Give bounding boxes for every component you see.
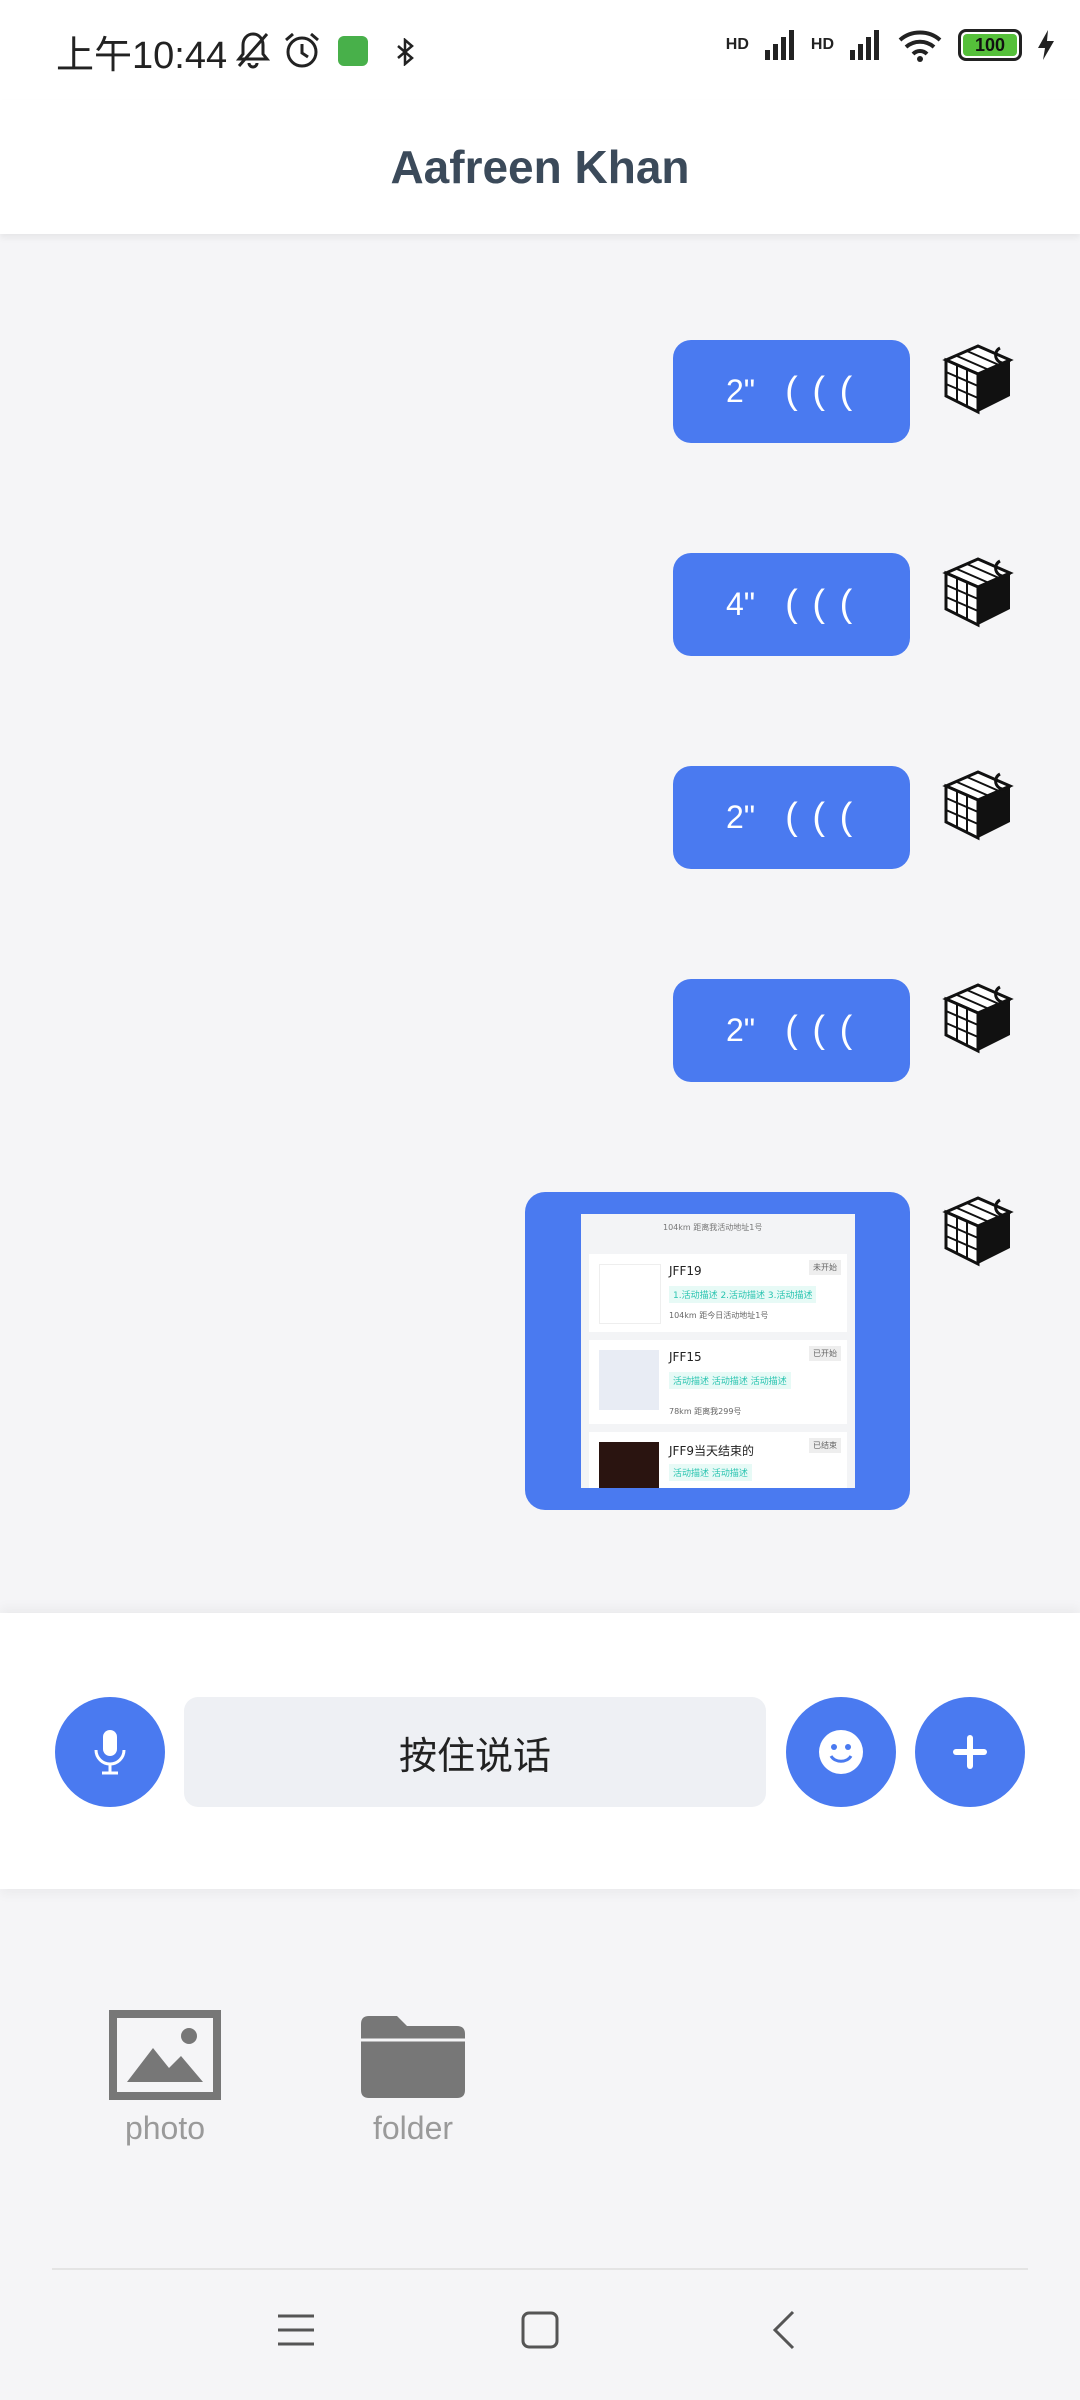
preview-card-note: 104km 距今日活动地址1号 xyxy=(669,1311,769,1320)
preview-top-note: 104km 距离我活动地址1号 xyxy=(663,1223,763,1232)
image-preview[interactable]: 104km 距离我活动地址1号 JFF19 1.活动描述 2.活动描述 3.活动… xyxy=(581,1214,855,1488)
charging-icon xyxy=(1038,30,1054,60)
more-button[interactable] xyxy=(915,1697,1025,1807)
preview-card-title: JFF19 xyxy=(669,1264,702,1278)
voice-duration: 4" xyxy=(726,586,756,622)
voice-duration: 2" xyxy=(726,1012,756,1048)
preview-card: JFF9当天结束的 活动描述 活动描述 已结束 xyxy=(589,1432,847,1488)
nav-menu-button[interactable] xyxy=(266,2300,326,2360)
voice-message[interactable]: 2" ( ( ( xyxy=(673,766,910,869)
voice-duration: 2" xyxy=(726,799,756,835)
thumbnail xyxy=(599,1442,659,1488)
network-label-2: HD xyxy=(810,36,834,53)
avatar[interactable] xyxy=(940,766,1022,848)
preview-card-title: JFF15 xyxy=(669,1350,702,1364)
photo-icon xyxy=(109,2010,221,2100)
attach-photo[interactable]: photo xyxy=(105,2010,225,2147)
preview-card-badge: 未开始 xyxy=(809,1260,841,1275)
preview-card-badge: 已开始 xyxy=(809,1346,841,1361)
wifi-icon xyxy=(898,30,942,62)
preview-card-title: JFF9当天结束的 xyxy=(669,1444,754,1458)
image-message[interactable]: 104km 距离我活动地址1号 JFF19 1.活动描述 2.活动描述 3.活动… xyxy=(525,1192,910,1510)
nav-back-button[interactable] xyxy=(754,2300,814,2360)
bluetooth-icon xyxy=(397,38,414,66)
voice-message[interactable]: 2" ( ( ( xyxy=(673,340,910,443)
app-badge-icon xyxy=(338,36,368,66)
avatar[interactable] xyxy=(940,1192,1022,1274)
preview-card-tags: 活动描述 活动描述 xyxy=(669,1464,752,1481)
folder-icon xyxy=(361,2016,465,2098)
attach-folder[interactable]: folder xyxy=(353,2010,473,2147)
plus-icon xyxy=(953,1735,987,1769)
voice-wave-icon: ( ( ( xyxy=(785,1009,855,1051)
nav-home-button[interactable] xyxy=(510,2300,570,2360)
input-bar: 按住说话 xyxy=(0,1613,1080,1889)
signal-icon xyxy=(850,30,879,60)
avatar[interactable] xyxy=(940,553,1022,635)
microphone-icon xyxy=(94,1730,126,1775)
broken-image-icon xyxy=(599,1264,661,1324)
battery-icon: 100 xyxy=(958,29,1022,61)
preview-card: JFF19 1.活动描述 2.活动描述 3.活动描述 104km 距今日活动地址… xyxy=(589,1254,847,1332)
preview-card-note: 78km 距离我299号 xyxy=(669,1407,742,1416)
bell-off-icon xyxy=(236,32,270,69)
battery-level: 100 xyxy=(974,34,1006,55)
voice-mode-button[interactable] xyxy=(55,1697,165,1807)
preview-card-badge: 已结束 xyxy=(809,1438,841,1453)
attach-photo-label: photo xyxy=(124,2110,206,2146)
status-time: 上午10:44 xyxy=(56,35,228,77)
voice-wave-icon: ( ( ( xyxy=(785,370,855,412)
alarm-icon xyxy=(285,32,319,68)
hold-to-talk-button[interactable]: 按住说话 xyxy=(184,1697,766,1807)
voice-duration: 2" xyxy=(726,373,756,409)
chat-header: Aafreen Khan xyxy=(0,100,1080,234)
status-bar: 上午10:44 HD HD 100 xyxy=(0,0,1080,100)
voice-message[interactable]: 2" ( ( ( xyxy=(673,979,910,1082)
preview-card: JFF15 活动描述 活动描述 活动描述 78km 距离我299号 已开始 xyxy=(589,1340,847,1424)
voice-wave-icon: ( ( ( xyxy=(785,583,855,625)
avatar[interactable] xyxy=(940,979,1022,1061)
attach-folder-label: folder xyxy=(372,2110,454,2146)
emoji-icon xyxy=(819,1730,863,1774)
avatar[interactable] xyxy=(940,340,1022,422)
back-chevron-icon xyxy=(772,2310,795,2350)
status-right: HD HD 100 xyxy=(726,28,1056,62)
network-label-1: HD xyxy=(725,36,749,53)
voice-wave-icon: ( ( ( xyxy=(785,796,855,838)
preview-card-tags: 活动描述 活动描述 活动描述 xyxy=(669,1372,791,1389)
emoji-button[interactable] xyxy=(786,1697,896,1807)
thumbnail xyxy=(599,1350,659,1410)
preview-card-tags: 1.活动描述 2.活动描述 3.活动描述 xyxy=(669,1286,817,1303)
signal-icon xyxy=(764,30,794,60)
contact-name: Aafreen Khan xyxy=(390,141,690,193)
voice-message[interactable]: 4" ( ( ( xyxy=(673,553,910,656)
nav-divider xyxy=(52,2268,1028,2270)
home-square-icon xyxy=(521,2311,559,2349)
menu-icon xyxy=(278,2314,314,2346)
